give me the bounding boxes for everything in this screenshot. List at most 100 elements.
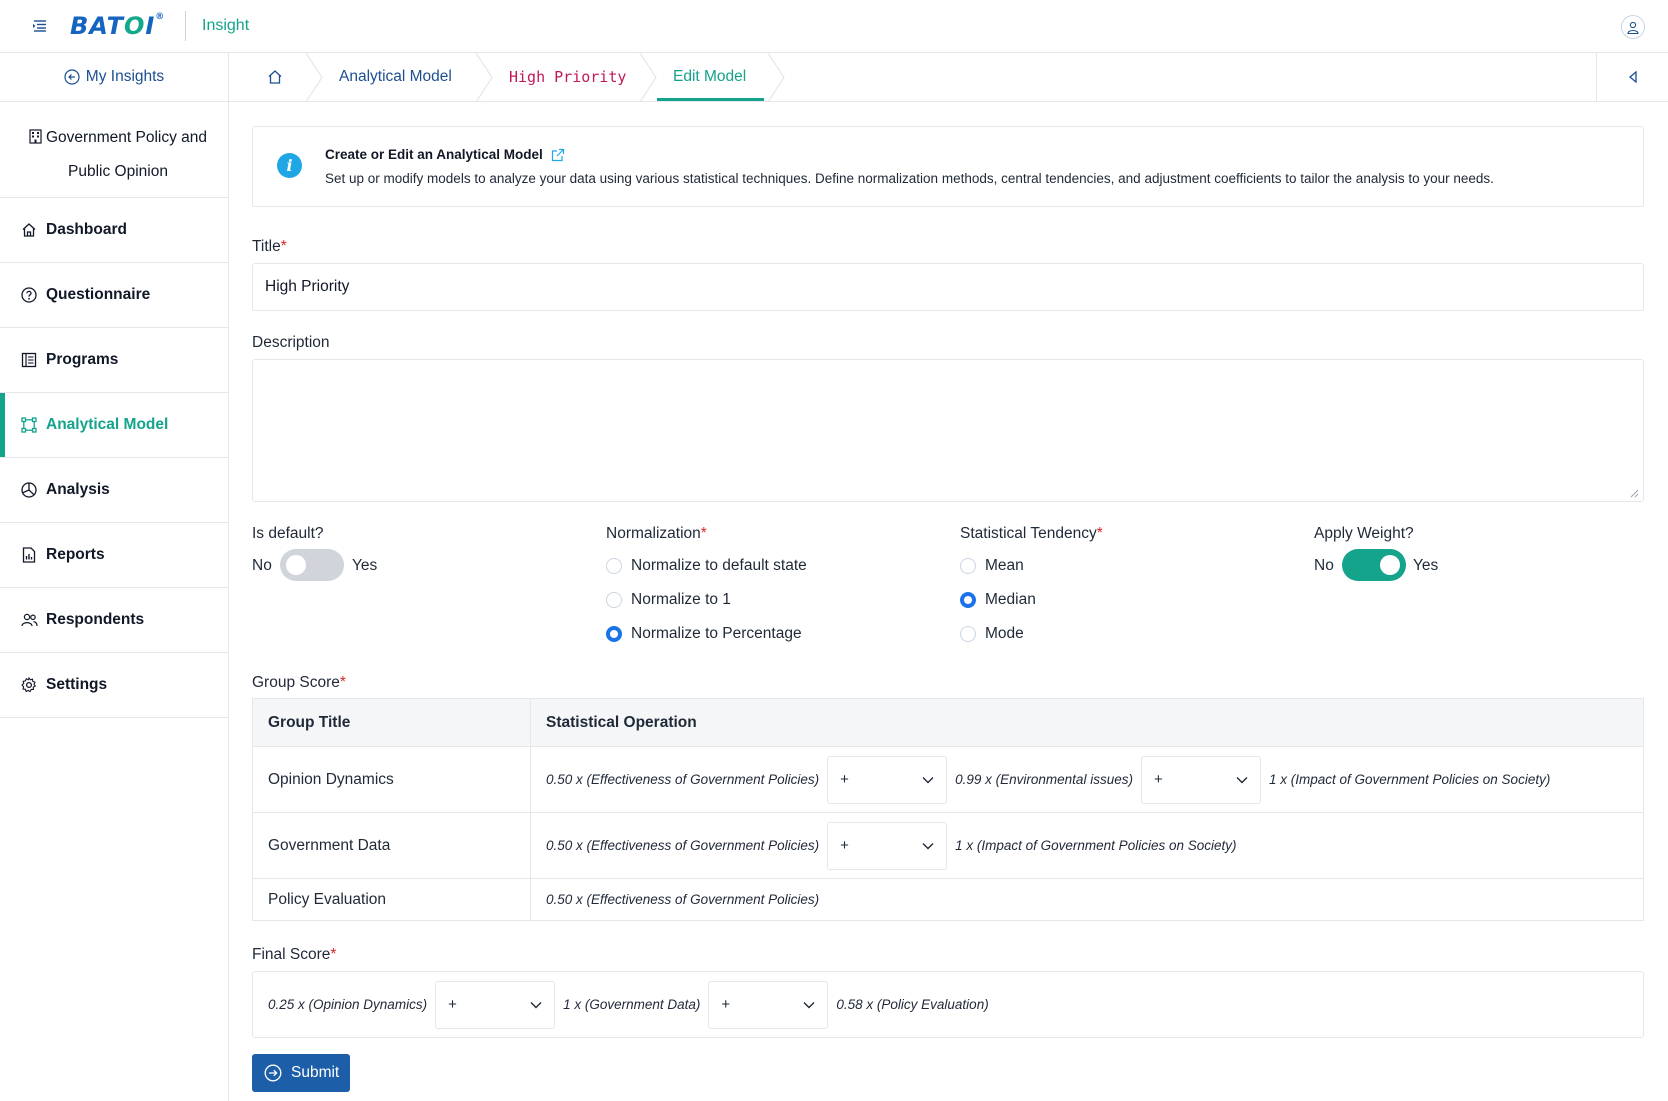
sidebar-item-label: Analytical Model xyxy=(46,416,169,433)
sidebar-item-label: Respondents xyxy=(46,611,145,628)
sidebar-item-programs[interactable]: Programs xyxy=(0,328,228,393)
my-insights-link[interactable]: My Insights xyxy=(0,53,228,102)
sidebar-item-respondents[interactable]: Respondents xyxy=(0,588,228,653)
sidebar-item-reports[interactable]: Reports xyxy=(0,523,228,588)
operator-select[interactable]: + xyxy=(1140,755,1261,804)
column-header-statistical-operation: Statistical Operation xyxy=(530,698,1644,747)
collapse-panel-button[interactable] xyxy=(1596,53,1668,101)
operator-select[interactable]: + xyxy=(827,821,948,870)
info-panel: i Create or Edit an Analytical Model Set… xyxy=(252,126,1644,207)
sidebar-item-dashboard[interactable]: Dashboard xyxy=(0,198,228,263)
breadcrumb: Analytical Model High Priority Edit Mode… xyxy=(229,53,1668,102)
project-name: Government Policy and Public Opinion xyxy=(0,102,228,198)
radio-button-selected[interactable] xyxy=(960,592,976,608)
logo[interactable]: BATOI® xyxy=(70,12,165,40)
final-score-label: Final Score* xyxy=(252,946,337,963)
sidebar-item-label: Programs xyxy=(46,351,119,368)
users-icon xyxy=(20,611,38,629)
info-description: Set up or modify models to analyze your … xyxy=(325,171,1494,186)
is-default-yes-label: Yes xyxy=(352,557,378,574)
operator-select[interactable]: + xyxy=(708,980,829,1029)
normalization-option-percentage[interactable]: Normalize to Percentage xyxy=(606,625,802,643)
submit-label: Submit xyxy=(291,1064,340,1081)
chevron-down-icon xyxy=(922,842,934,849)
sidebar-item-label: Dashboard xyxy=(46,221,127,238)
info-title-text: Create or Edit an Analytical Model xyxy=(325,147,543,162)
operation-term: 0.50 x (Effectiveness of Government Poli… xyxy=(546,838,820,853)
radio-button-selected[interactable] xyxy=(606,626,622,642)
normalization-option-one[interactable]: Normalize to 1 xyxy=(606,591,731,609)
info-icon: i xyxy=(277,153,302,178)
model-icon xyxy=(20,416,38,434)
operation-term: 1 x (Impact of Government Policies on So… xyxy=(1268,772,1551,787)
sidebar: My Insights Government Policy and Public… xyxy=(0,53,229,1101)
resize-grip-icon[interactable] xyxy=(1629,488,1639,498)
final-score-term: 0.58 x (Policy Evaluation) xyxy=(836,997,989,1012)
submit-button[interactable]: Submit xyxy=(252,1054,350,1092)
radio-button[interactable] xyxy=(960,626,976,642)
toggle-knob xyxy=(286,555,306,575)
breadcrumb-separator-icon xyxy=(767,53,785,102)
sidebar-item-label: Reports xyxy=(46,546,105,563)
sidebar-item-label: Questionnaire xyxy=(46,286,151,303)
radio-button[interactable] xyxy=(606,592,622,608)
tendency-option-mode[interactable]: Mode xyxy=(960,625,1024,643)
final-score-term: 1 x (Government Data) xyxy=(563,997,701,1012)
apply-weight-toggle[interactable] xyxy=(1342,549,1406,581)
description-input[interactable] xyxy=(252,359,1644,502)
group-score-label: Group Score* xyxy=(252,674,346,691)
menu-toggle-icon[interactable] xyxy=(30,16,50,36)
table-row: Policy Evaluation 0.50 x (Effectiveness … xyxy=(252,878,1644,921)
sidebar-item-questionnaire[interactable]: Questionnaire xyxy=(0,263,228,328)
report-icon xyxy=(20,546,38,564)
arrow-right-circle-icon xyxy=(264,1064,282,1082)
title-input[interactable] xyxy=(252,263,1644,311)
breadcrumb-edit-model[interactable]: Edit Model xyxy=(673,53,746,101)
logo-divider xyxy=(185,11,186,41)
operator-select[interactable]: + xyxy=(827,755,948,804)
apply-weight-no-label: No xyxy=(1314,557,1334,574)
statistical-tendency-label: Statistical Tendency* xyxy=(960,525,1103,542)
building-icon xyxy=(29,124,42,156)
description-label: Description xyxy=(252,334,330,351)
app-name: Insight xyxy=(202,17,250,34)
is-default-label: Is default? xyxy=(252,525,324,542)
column-header-group-title: Group Title xyxy=(252,698,531,747)
breadcrumb-analytical-model[interactable]: Analytical Model xyxy=(339,53,452,101)
sidebar-item-settings[interactable]: Settings xyxy=(0,653,228,718)
radio-button[interactable] xyxy=(606,558,622,574)
chevron-down-icon xyxy=(803,1001,815,1008)
operator-select[interactable]: + xyxy=(435,980,556,1029)
final-score-box: 0.25 x (Opinion Dynamics) + 1 x (Governm… xyxy=(252,971,1644,1038)
group-score-table: Group Title Statistical Operation Opinio… xyxy=(252,698,1644,921)
sidebar-item-analysis[interactable]: Analysis xyxy=(0,458,228,523)
caret-left-icon xyxy=(1628,71,1637,83)
sidebar-item-analytical-model[interactable]: Analytical Model xyxy=(0,393,228,458)
question-circle-icon xyxy=(20,286,38,304)
operation-term: 0.99 x (Environmental issues) xyxy=(955,772,1133,787)
radio-button[interactable] xyxy=(960,558,976,574)
project-name-label: Government Policy and Public Opinion xyxy=(45,129,208,180)
tendency-option-mean[interactable]: Mean xyxy=(960,557,1024,575)
is-default-toggle[interactable] xyxy=(280,549,344,581)
table-row: Government Data 0.50 x (Effectiveness of… xyxy=(252,812,1644,879)
breadcrumb-separator-icon xyxy=(639,53,657,102)
normalization-option-default[interactable]: Normalize to default state xyxy=(606,557,807,575)
chevron-down-icon xyxy=(1236,776,1248,783)
top-bar: BATOI® Insight xyxy=(0,0,1668,53)
group-title-cell: Opinion Dynamics xyxy=(252,746,531,813)
pie-chart-icon xyxy=(20,481,38,499)
sidebar-item-label: Settings xyxy=(46,676,108,693)
table-header-row: Group Title Statistical Operation xyxy=(252,698,1644,747)
operation-term: 1 x (Impact of Government Policies on So… xyxy=(955,838,1237,853)
operation-cell: 0.50 x (Effectiveness of Government Poli… xyxy=(530,746,1644,813)
active-crumb-indicator xyxy=(657,98,764,101)
operation-cell: 0.50 x (Effectiveness of Government Poli… xyxy=(530,878,1644,921)
user-profile-button[interactable] xyxy=(1621,15,1645,39)
external-link-icon[interactable] xyxy=(551,148,565,162)
breadcrumb-separator-icon xyxy=(475,53,493,102)
breadcrumb-home[interactable] xyxy=(267,53,283,101)
tendency-option-median[interactable]: Median xyxy=(960,591,1036,609)
my-insights-label: My Insights xyxy=(85,68,165,85)
breadcrumb-high-priority[interactable]: High Priority xyxy=(509,53,626,101)
